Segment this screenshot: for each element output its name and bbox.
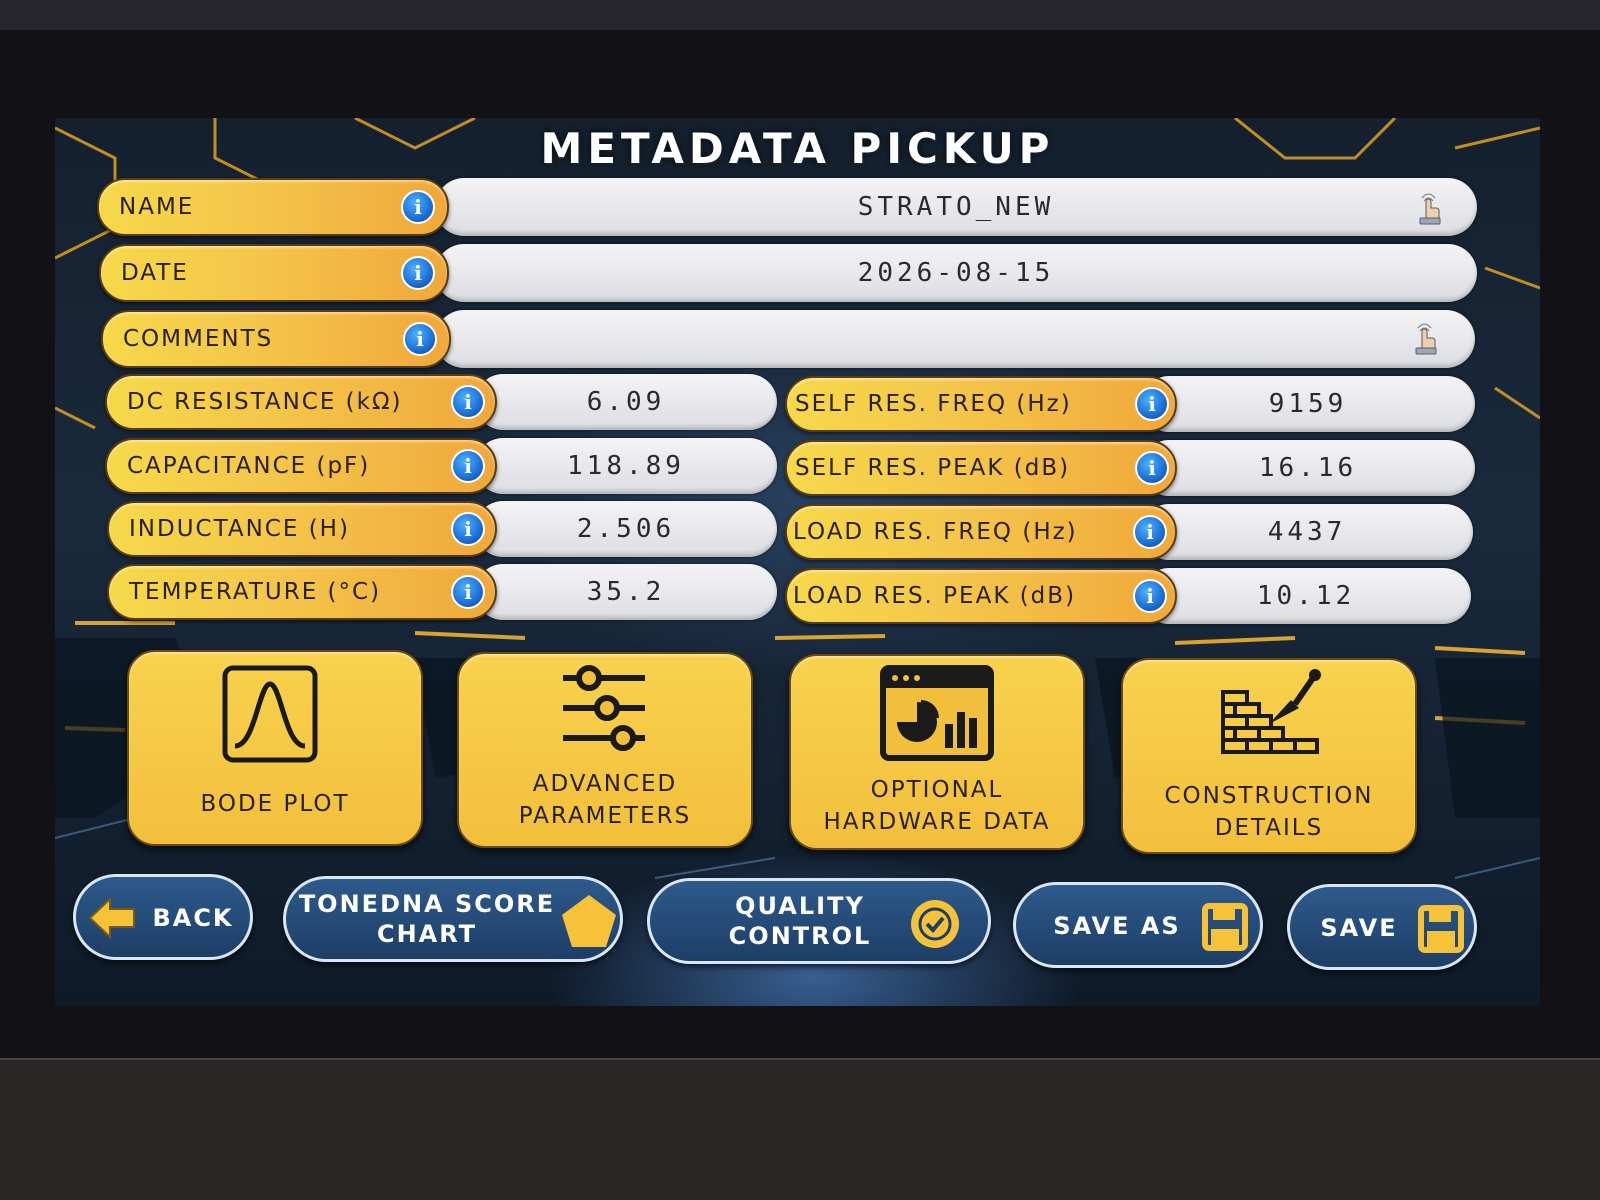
temperature-value: 35.2 [586,577,666,607]
load-res-freq-info-icon[interactable]: i [1133,515,1167,549]
name-info-icon[interactable]: i [401,190,435,224]
self-res-peak-label-text: SELF RES. PEAK (dB) [795,455,1071,481]
quality-control-line1: QUALITY [735,892,865,920]
dc-resistance-field[interactable]: 6.09 [475,374,777,430]
quality-control-line2: CONTROL [728,922,872,950]
load-res-freq-label: LOAD RES. FREQ (Hz) [785,504,1177,560]
self-res-freq-info-icon[interactable]: i [1135,387,1169,421]
date-label-text: DATE [121,260,189,286]
capacitance-value: 118.89 [567,451,685,481]
load-res-peak-info-icon[interactable]: i [1133,579,1167,613]
back-arrow-icon [88,897,135,939]
load-res-freq-value: 4437 [1267,517,1347,547]
name-value: STRATO_NEW [857,192,1055,222]
check-badge-icon [911,900,959,948]
temperature-info-icon[interactable]: i [451,575,485,609]
touch-screen: METADATA PICKUP STRATO_NEW NAME i 2026-0… [55,118,1540,1006]
temperature-field[interactable]: 35.2 [475,564,777,620]
optional-hardware-line1: OPTIONAL [870,777,1004,803]
dc-resistance-value: 6.09 [586,387,666,417]
comments-label: COMMENTS [101,310,451,368]
self-res-freq-label: SELF RES. FREQ (Hz) [785,376,1177,432]
load-res-peak-field[interactable]: 10.12 [1141,568,1471,624]
load-res-freq-label-text: LOAD RES. FREQ (Hz) [793,519,1078,545]
sliders-icon [563,665,645,751]
dc-resistance-label-text: DC RESISTANCE (kΩ) [127,389,403,415]
optional-hardware-line2: HARDWARE DATA [823,809,1051,835]
optional-hardware-data-button[interactable]: OPTIONAL HARDWARE DATA [789,654,1085,850]
device-bezel-top [0,0,1600,30]
self-res-peak-label: SELF RES. PEAK (dB) [785,440,1177,496]
construction-details-button[interactable]: CONSTRUCTION DETAILS [1121,658,1417,854]
comments-label-text: COMMENTS [123,326,274,352]
temperature-label-text: TEMPERATURE (°C) [129,579,382,605]
page-title: METADATA PICKUP [540,124,1055,173]
date-value: 2026-08-15 [857,258,1055,288]
capacitance-field[interactable]: 118.89 [475,438,777,494]
device-bezel-bottom [0,1060,1600,1200]
score-chart-line2: CHART [376,920,478,948]
advanced-parameters-line2: PARAMETERS [518,803,692,829]
date-info-icon[interactable]: i [401,256,435,290]
inductance-value: 2.506 [576,514,676,544]
self-res-peak-field[interactable]: 16.16 [1141,440,1475,496]
pentagon-icon [562,895,616,947]
inductance-label-text: INDUCTANCE (H) [129,516,350,542]
inductance-info-icon[interactable]: i [451,512,485,546]
date-label: DATE [99,244,449,302]
self-res-freq-label-text: SELF RES. FREQ (Hz) [795,391,1072,417]
bode-plot-button[interactable]: BODE PLOT [127,650,423,846]
floppy-disk-icon [1418,905,1464,953]
brick-wall-trowel-icon [1221,669,1321,754]
capacitance-label: CAPACITANCE (pF) [105,438,497,494]
date-field[interactable]: 2026-08-15 [435,244,1477,302]
name-label: NAME [97,178,449,236]
load-res-freq-field[interactable]: 4437 [1141,504,1473,560]
touch-edit-icon[interactable] [1413,320,1441,356]
self-res-freq-field[interactable]: 9159 [1141,376,1475,432]
save-as-label: SAVE AS [1053,912,1181,940]
comments-info-icon[interactable]: i [403,322,437,356]
save-label: SAVE [1320,914,1398,942]
dc-resistance-label: DC RESISTANCE (kΩ) [105,374,497,430]
bode-plot-label: BODE PLOT [200,791,350,817]
dashboard-window-icon [880,665,994,761]
advanced-parameters-line1: ADVANCED [532,771,678,797]
inductance-label: INDUCTANCE (H) [107,501,497,557]
bell-curve-icon [222,665,318,763]
construction-details-line2: DETAILS [1214,815,1324,841]
self-res-peak-value: 16.16 [1258,453,1358,483]
touch-edit-icon[interactable] [1417,190,1445,226]
load-res-peak-label: LOAD RES. PEAK (dB) [785,568,1177,624]
save-as-button[interactable]: SAVE AS [1013,882,1263,968]
inductance-field[interactable]: 2.506 [475,501,777,557]
load-res-peak-value: 10.12 [1256,581,1356,611]
capacitance-label-text: CAPACITANCE (pF) [127,453,371,479]
advanced-parameters-button[interactable]: ADVANCED PARAMETERS [457,652,753,848]
quality-control-button[interactable]: QUALITY CONTROL [647,878,991,964]
back-label: BACK [152,904,234,932]
comments-field[interactable] [435,310,1475,368]
self-res-freq-value: 9159 [1268,389,1348,419]
load-res-peak-label-text: LOAD RES. PEAK (dB) [793,583,1077,609]
name-field[interactable]: STRATO_NEW [435,178,1477,236]
floppy-disk-icon [1202,903,1248,951]
name-label-text: NAME [119,194,195,220]
construction-details-line1: CONSTRUCTION [1164,783,1374,809]
tonedna-score-chart-button[interactable]: TONEDNA SCORE CHART [283,876,623,962]
score-chart-line1: TONEDNA SCORE [298,890,556,918]
temperature-label: TEMPERATURE (°C) [107,564,497,620]
dc-resistance-info-icon[interactable]: i [451,385,485,419]
save-button[interactable]: SAVE [1287,884,1477,970]
back-button[interactable]: BACK [73,874,253,960]
capacitance-info-icon[interactable]: i [451,449,485,483]
self-res-peak-info-icon[interactable]: i [1135,451,1169,485]
